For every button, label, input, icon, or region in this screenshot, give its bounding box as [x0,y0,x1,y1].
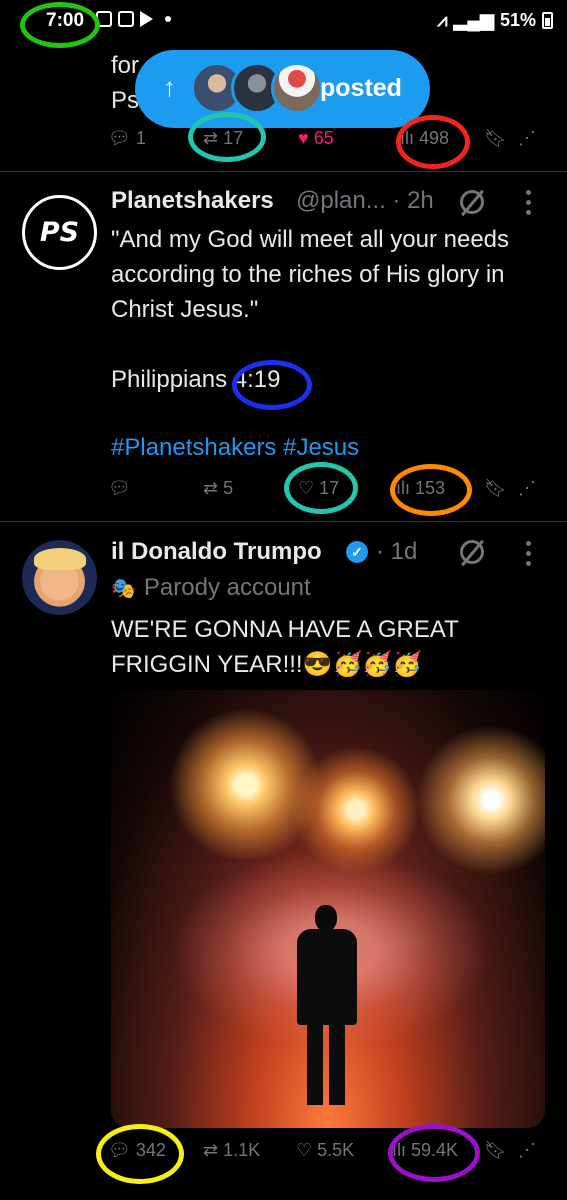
reply-button[interactable]: 💬︎ [108,478,131,499]
handle-and-time[interactable]: @plan... · 2h [296,187,434,215]
post-time[interactable]: · 1d [376,538,417,566]
display-name[interactable]: Planetshakers [111,187,274,215]
bookmark-icon: 🔖︎ [484,128,507,148]
avatar[interactable] [22,540,97,615]
play-icon [140,11,153,27]
notification-icons [96,11,171,27]
share-icon: ⋰ [518,1140,536,1160]
wifi-icon: ⩘ [437,10,448,30]
avatar [271,62,323,114]
like-button[interactable]: ♥ 65 [298,128,334,149]
annotation-circle-teal [284,462,358,514]
battery-level: 51% [499,10,536,30]
tweet-text: "And my God will meet all your needs acc… [111,226,510,323]
heart-icon: ♡ [296,1140,313,1160]
bookmark-icon: 🔖︎ [484,1140,507,1160]
annotation-circle-teal [188,112,266,162]
divider [0,521,567,522]
share-icon: ⋰ [518,478,536,498]
tweet-text: WE'RE GONNA HAVE A GREAT FRIGGIN YEAR!!!… [111,616,459,678]
heart-icon: ♥ [298,128,309,148]
tweet-image[interactable] [111,690,545,1128]
action-bar: 💬︎ 1 ⇄ 17 ♥ 65 ılı 498 🔖︎ ⋰ [108,128,548,158]
person-silhouette [293,905,361,1105]
ps-logo: PS [39,217,80,248]
more-icon[interactable] [526,541,532,566]
annotation-circle-yellow [96,1124,184,1184]
repost-icon: ⇄ [203,478,219,498]
annotation-circle-orange [390,464,472,516]
annotation-circle-purple [388,1124,480,1182]
divider [0,171,567,172]
parody-label: 🎭 Parody account [111,574,311,601]
grok-icon[interactable] [460,540,484,564]
calendar-icon [118,11,134,27]
repost-icon: ⇄ [203,1140,219,1160]
share-button[interactable]: ⋰ [518,1140,536,1161]
firework [411,710,545,890]
annotation-circle-red [396,115,470,169]
hashtags-link[interactable]: #Planetshakers #Jesus [111,434,359,462]
mask-icon: 🎭 [111,577,136,600]
posted-label: posted [320,74,402,102]
verified-icon: ✓ [346,541,368,563]
battery-icon [542,12,553,29]
reply-button[interactable]: 💬︎ 1 [108,128,146,149]
share-button[interactable]: ⋰ [518,478,536,499]
signal-icon: ▂▄▆ [453,10,494,30]
repost-button[interactable]: ⇄ 1.1K [203,1140,260,1161]
share-button[interactable]: ⋰ [518,128,536,149]
reply-icon: 💬︎ [108,128,131,148]
display-name[interactable]: il Donaldo Trumpo [111,538,322,566]
bookmark-button[interactable]: 🔖︎ [484,128,507,149]
dot-icon [165,16,171,22]
bookmark-button[interactable]: 🔖︎ [484,478,507,499]
arrow-up-icon: ↑ [163,72,176,102]
grok-icon[interactable] [460,190,484,214]
avatar[interactable]: PS [22,195,97,270]
new-posts-pill[interactable]: ↑ posted [135,50,430,128]
system-icons: ⩘ ▂▄▆ 51% [437,10,553,31]
annotation-circle-blue [232,360,312,410]
share-icon: ⋰ [518,128,536,148]
bookmark-icon: 🔖︎ [484,478,507,498]
annotation-circle-green [20,2,100,48]
repost-button[interactable]: ⇄ 5 [203,478,233,499]
like-button[interactable]: ♡ 5.5K [296,1140,354,1161]
reply-icon: 💬︎ [108,478,131,498]
more-icon[interactable] [526,190,532,215]
bookmark-button[interactable]: 🔖︎ [484,1140,507,1161]
